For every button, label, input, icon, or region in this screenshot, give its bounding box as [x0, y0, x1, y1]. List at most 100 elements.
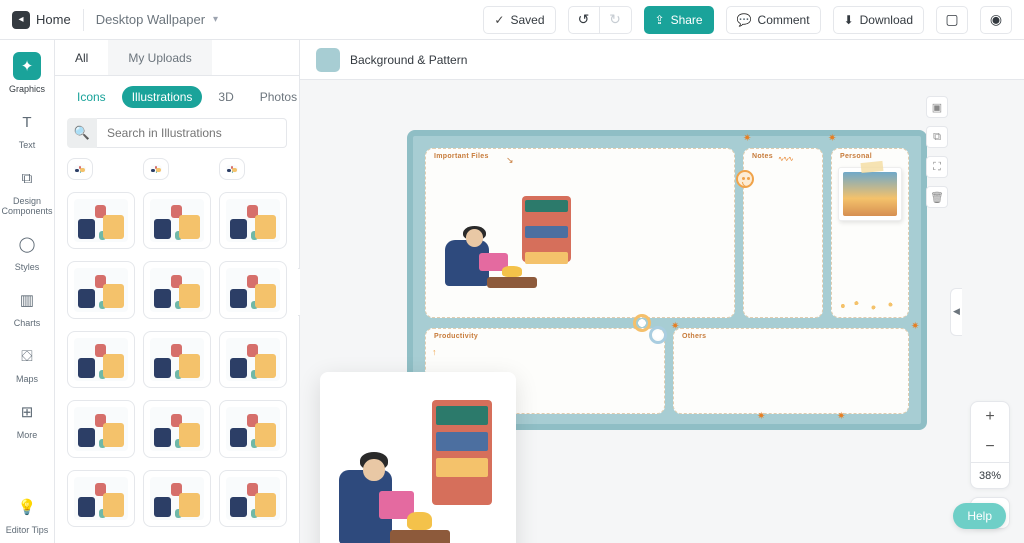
rail-more[interactable]: ⊞ More	[0, 394, 54, 448]
selection-label: Background & Pattern	[350, 53, 467, 67]
subtab-photos-label: Photos	[260, 90, 297, 104]
illustration-thumb[interactable]	[219, 470, 287, 528]
subtab-icons-label: Icons	[77, 90, 106, 104]
pane-important-files[interactable]: Important Files ↘	[425, 148, 735, 318]
illustration-thumb[interactable]	[143, 158, 169, 180]
rail-styles[interactable]: ◯ Styles	[0, 226, 54, 280]
home-link[interactable]: ◂ Home	[12, 11, 71, 29]
illustration-grid	[55, 158, 299, 543]
document-title-dropdown[interactable]: Desktop Wallpaper ▾	[96, 12, 218, 27]
redo-button[interactable]: ↻	[600, 6, 632, 34]
logo-icon: ◂	[12, 11, 30, 29]
rail-editor-tips-label: Editor Tips	[6, 525, 49, 535]
download-button[interactable]: ⬇ Download	[833, 6, 924, 34]
polaroid-photo[interactable]	[838, 167, 902, 221]
illustration-thumb[interactable]	[219, 158, 245, 180]
pane-others[interactable]: Others	[673, 328, 909, 414]
squiggle-icon: ∿∿∿	[778, 155, 793, 163]
pane-notes[interactable]: Notes ∿∿∿	[743, 148, 823, 318]
illustration-thumb[interactable]	[143, 331, 211, 389]
saved-indicator[interactable]: ✓ Saved	[483, 6, 555, 34]
sparkle-icon: ✷	[671, 322, 681, 332]
pane-others-label: Others	[682, 333, 706, 340]
illustration-on-canvas[interactable]	[438, 185, 583, 295]
rail-graphics[interactable]: ✦ Graphics	[0, 48, 54, 102]
illustration-thumb[interactable]	[67, 400, 135, 458]
eye-icon: ◉	[990, 11, 1002, 28]
illustration-thumb[interactable]	[143, 261, 211, 319]
lightbulb-icon: 💡	[13, 493, 41, 521]
comment-label: Comment	[758, 13, 810, 27]
redo-icon: ↻	[609, 11, 621, 28]
panel-tab-my-uploads-label: My Uploads	[128, 51, 191, 65]
rail-graphics-label: Graphics	[9, 84, 45, 94]
subtab-photos[interactable]: Photos	[250, 86, 307, 108]
preview-button[interactable]: ◉	[980, 6, 1012, 34]
download-icon: ⬇	[844, 13, 854, 27]
illustration-thumb[interactable]	[219, 400, 287, 458]
rail-text[interactable]: T Text	[0, 104, 54, 158]
illustration-thumb[interactable]	[219, 261, 287, 319]
illustration-thumb[interactable]	[67, 158, 93, 180]
copy-icon: ⧉	[933, 131, 941, 144]
illustration-thumb[interactable]	[67, 261, 135, 319]
rail-editor-tips[interactable]: 💡 Editor Tips	[0, 489, 54, 543]
lock-icon: ⛶	[933, 161, 941, 174]
zoom-level[interactable]: 38%	[971, 462, 1009, 488]
illustration-thumb[interactable]	[219, 192, 287, 250]
pane-personal-label: Personal	[840, 153, 872, 160]
rail-charts[interactable]: ▥ Charts	[0, 282, 54, 336]
layer-tool-lock[interactable]: ⛶	[926, 156, 948, 178]
illustration-thumb[interactable]	[67, 331, 135, 389]
pane-notes-label: Notes	[752, 153, 773, 160]
rail-design-components[interactable]: ⧉ Design Components	[0, 160, 54, 224]
trash-icon: 🗑	[930, 191, 944, 204]
rail-styles-label: Styles	[15, 262, 40, 272]
search-input[interactable]	[97, 118, 287, 148]
subtab-illustrations-label: Illustrations	[132, 90, 193, 104]
layer-tool-delete[interactable]: 🗑	[926, 186, 948, 208]
comment-button[interactable]: 💬 Comment	[726, 6, 821, 34]
sparkle-icon: ✷	[837, 412, 847, 422]
home-label: Home	[36, 12, 71, 27]
layer-tool-page[interactable]: ▣	[926, 96, 948, 118]
help-button[interactable]: Help	[953, 503, 1006, 529]
more-icon: ⊞	[13, 398, 41, 426]
components-icon: ⧉	[13, 164, 41, 192]
undo-button[interactable]: ↺	[568, 6, 600, 34]
sparkle-icon: ✷	[828, 134, 838, 144]
layer-tool-copy[interactable]: ⧉	[926, 126, 948, 148]
zoom-in-button[interactable]: +	[971, 402, 1009, 432]
comment-icon: 💬	[737, 13, 752, 27]
subtab-3d[interactable]: 3D	[208, 86, 243, 108]
illustration-thumb[interactable]	[67, 192, 135, 250]
rail-design-components-label: Design Components	[1, 196, 52, 216]
smiley-sticker[interactable]	[736, 170, 754, 188]
illustration-thumb[interactable]	[219, 331, 287, 389]
check-icon: ✓	[494, 13, 504, 27]
maps-icon: ⛋	[13, 342, 41, 370]
zoom-out-button[interactable]: −	[971, 432, 1009, 462]
subtab-icons[interactable]: Icons	[67, 86, 116, 108]
page-icon: ▣	[932, 101, 942, 114]
pane-personal[interactable]: Personal	[831, 148, 909, 318]
background-color-swatch[interactable]	[316, 48, 340, 72]
sparkle-icon: ✷	[743, 134, 753, 144]
illustration-thumb[interactable]	[143, 192, 211, 250]
arrow-icon: ↘	[506, 155, 514, 166]
download-label: Download	[860, 13, 913, 27]
present-button[interactable]: ▢	[936, 6, 968, 34]
rail-maps[interactable]: ⛋ Maps	[0, 338, 54, 392]
camera-icon: ▢	[945, 11, 958, 28]
share-button[interactable]: ⇪ Share	[644, 6, 714, 34]
text-icon: T	[13, 108, 41, 136]
panel-tab-all[interactable]: All	[55, 40, 108, 75]
illustration-preview-card[interactable]	[320, 372, 516, 543]
illustration-thumb[interactable]	[143, 470, 211, 528]
subtab-illustrations[interactable]: Illustrations	[122, 86, 203, 108]
illustration-thumb[interactable]	[67, 470, 135, 528]
graphics-icon: ✦	[13, 52, 41, 80]
right-panel-expand-handle[interactable]: ◀	[950, 288, 962, 336]
illustration-thumb[interactable]	[143, 400, 211, 458]
panel-tab-my-uploads[interactable]: My Uploads	[108, 40, 211, 75]
